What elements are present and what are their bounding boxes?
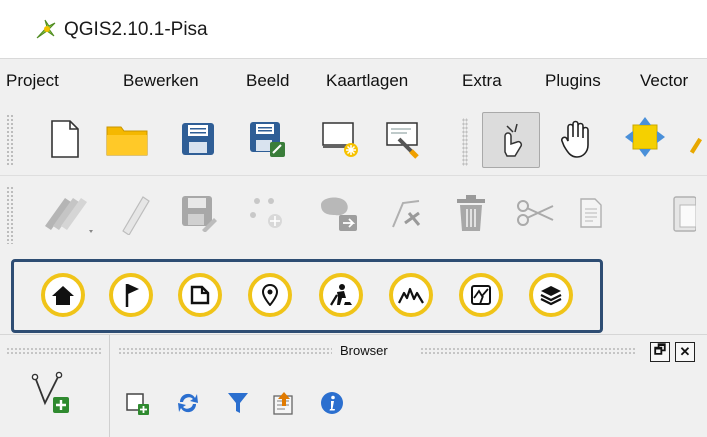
save-as-icon — [250, 122, 285, 157]
touch-zoom-pan-icon — [504, 123, 523, 157]
add-selected-layers-icon — [126, 393, 149, 415]
properties-button[interactable] — [316, 387, 348, 419]
menu-extra[interactable]: Extra — [462, 71, 502, 91]
collapse-all-button[interactable] — [268, 387, 300, 419]
node-tool-icon — [392, 200, 421, 228]
save-layer-edits-button[interactable] — [176, 190, 222, 236]
pan-to-selection-button[interactable] — [622, 114, 668, 160]
manage-layers-dock — [0, 335, 110, 437]
zoom-in-button[interactable] — [690, 116, 707, 162]
map-pin-icon — [261, 284, 279, 306]
menu-bewerken[interactable]: Bewerken — [123, 71, 199, 91]
delete-selected-icon — [457, 195, 485, 231]
new-print-composer-button[interactable] — [318, 116, 364, 162]
new-vector-layer-icon — [31, 371, 69, 413]
copy-features-icon — [580, 198, 602, 228]
cut-features-icon — [517, 200, 554, 226]
float-panel-button[interactable]: 🗗 — [650, 342, 670, 362]
paste-features-icon — [673, 196, 696, 232]
menu-plugins[interactable]: Plugins — [545, 71, 601, 91]
profile-peaks-icon — [398, 287, 424, 304]
move-feature-button[interactable] — [316, 190, 362, 236]
properties-info-icon — [321, 392, 343, 414]
menu-vector[interactable]: Vector — [640, 71, 688, 91]
composer-manager-icon — [386, 122, 419, 159]
copy-features-button[interactable] — [568, 190, 614, 236]
map-sketch-button[interactable] — [459, 273, 503, 317]
delete-selected-button[interactable] — [448, 190, 494, 236]
window-title: QGIS2.10.1-Pisa — [64, 19, 208, 40]
flag-button[interactable] — [109, 273, 153, 317]
layers-stack-icon — [540, 286, 562, 306]
menu-kaartlagen[interactable]: Kaartlagen — [326, 71, 408, 91]
toolbar-grip[interactable] — [6, 186, 14, 244]
filter-button[interactable] — [222, 387, 254, 419]
digitizing-toolbar — [0, 176, 707, 254]
home-button[interactable] — [41, 273, 85, 317]
page-icon — [190, 285, 210, 305]
new-project-icon — [51, 120, 79, 158]
menu-beeld[interactable]: Beeld — [246, 71, 289, 91]
add-selected-layers-button[interactable] — [122, 387, 154, 419]
browser-panel-title: Browser — [340, 343, 388, 358]
new-print-composer-icon — [322, 122, 358, 157]
flag-icon — [125, 284, 139, 307]
close-panel-button[interactable]: ✕ — [675, 342, 695, 362]
dock-grip[interactable] — [420, 347, 636, 355]
bottom-panels: Browser 🗗 ✕ — [0, 334, 707, 437]
new-project-button[interactable] — [42, 116, 88, 162]
qgis-logo-icon — [36, 19, 56, 39]
composer-manager-button[interactable] — [382, 116, 428, 162]
filter-icon — [228, 393, 248, 413]
layers-stack-button[interactable] — [529, 273, 573, 317]
open-folder-icon — [106, 126, 148, 156]
current-edits-button[interactable] — [38, 190, 96, 236]
node-tool-button[interactable] — [382, 190, 428, 236]
map-pin-button[interactable] — [248, 273, 292, 317]
page-button[interactable] — [178, 273, 222, 317]
pan-to-selection-icon — [625, 117, 665, 157]
new-vector-layer-button[interactable] — [24, 365, 78, 419]
dock-grip[interactable] — [6, 347, 102, 355]
save-project-as-button[interactable] — [244, 116, 290, 162]
pan-hand-icon — [561, 120, 589, 158]
home-icon — [52, 286, 74, 305]
touch-zoom-pan-button[interactable] — [482, 112, 540, 168]
menu-project[interactable]: Project — [6, 71, 59, 91]
toggle-editing-button[interactable] — [112, 190, 158, 236]
pan-map-button[interactable] — [554, 116, 600, 162]
worker-button[interactable] — [319, 273, 363, 317]
paste-features-button[interactable] — [664, 190, 707, 236]
toggle-editing-icon — [122, 196, 150, 235]
title-bar: QGIS2.10.1-Pisa — [0, 0, 707, 58]
move-feature-icon — [321, 197, 357, 231]
file-toolbar — [0, 104, 707, 176]
save-layer-edits-icon — [182, 196, 217, 232]
current-edits-icon — [45, 198, 93, 233]
highlight-frame — [11, 259, 603, 333]
collapse-all-icon — [273, 392, 293, 415]
worker-icon — [330, 284, 352, 306]
add-feature-icon — [250, 198, 282, 228]
toolbar-separator — [462, 118, 468, 166]
refresh-icon — [178, 393, 198, 413]
open-project-button[interactable] — [104, 116, 150, 162]
dock-grip[interactable] — [118, 347, 332, 355]
profile-peaks-button[interactable] — [389, 273, 433, 317]
map-sketch-icon — [471, 285, 491, 305]
toolbar-grip[interactable] — [6, 114, 14, 165]
pencil-edge-icon — [690, 137, 703, 154]
add-feature-button[interactable] — [244, 190, 290, 236]
menu-bar: Project Bewerken Beeld Kaartlagen Extra … — [0, 58, 707, 104]
refresh-button[interactable] — [172, 387, 204, 419]
cut-features-button[interactable] — [512, 190, 558, 236]
save-project-button[interactable] — [175, 116, 221, 162]
save-icon — [182, 123, 214, 155]
